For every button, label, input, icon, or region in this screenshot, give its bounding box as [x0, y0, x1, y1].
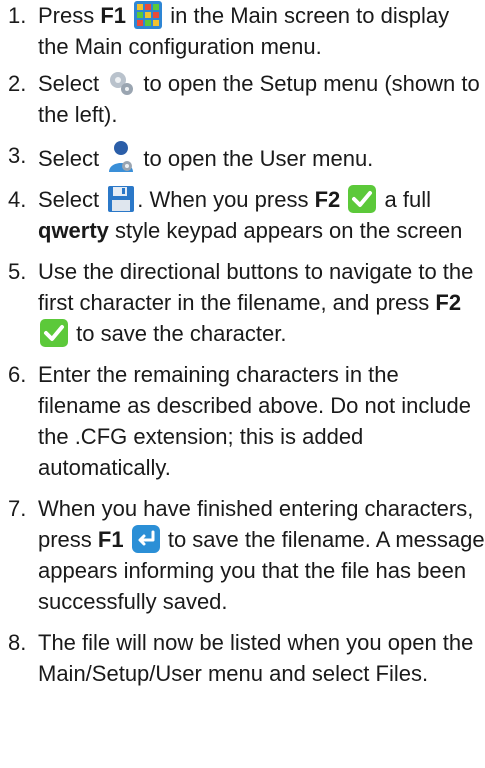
- step-5: 5. Use the directional buttons to naviga…: [0, 256, 485, 349]
- setup-gears-icon: [107, 69, 135, 97]
- step-number: 3.: [8, 143, 27, 168]
- step-number: 8.: [8, 630, 27, 655]
- key-label: F1: [100, 3, 127, 28]
- step-number: 4.: [8, 187, 27, 212]
- step-text: Select . When you press F2 a full qwerty…: [38, 185, 463, 243]
- step-8: 8. The file will now be listed when you …: [0, 627, 485, 689]
- step-text: Select to open the User menu.: [38, 141, 373, 172]
- step-text: The file will now be listed when you ope…: [38, 630, 474, 686]
- step-number: 7.: [8, 496, 27, 521]
- key-label: F1: [97, 527, 124, 552]
- step-text: Press F1 in the Main screen to display t…: [38, 1, 450, 59]
- emphasis: qwerty: [38, 218, 109, 243]
- step-number: 1.: [8, 3, 27, 28]
- key-label: F2: [314, 187, 341, 212]
- step-6: 6. Enter the remaining characters in the…: [0, 359, 485, 483]
- enter-return-icon: [131, 525, 160, 553]
- user-icon: [107, 140, 135, 174]
- step-text: Use the directional buttons to navigate …: [38, 259, 474, 347]
- step-3: 3. Select to open the User menu.: [0, 140, 485, 174]
- step-number: 6.: [8, 362, 27, 387]
- instructions-document: 1. Press F1 in the Main screen to displa…: [0, 0, 485, 689]
- step-text: Enter the remaining characters in the fi…: [38, 362, 471, 480]
- green-checkmark-icon: [40, 319, 68, 347]
- step-7: 7. When you have finished entering chara…: [0, 493, 485, 617]
- step-number: 5.: [8, 259, 27, 284]
- main-menu-grid-icon: [134, 1, 163, 29]
- green-checkmark-icon: [348, 185, 377, 213]
- key-label: F2: [435, 290, 462, 315]
- step-text: When you have finished entering characte…: [38, 496, 485, 614]
- step-text: Select to open the Setup menu (shown to …: [38, 71, 480, 127]
- step-1: 1. Press F1 in the Main screen to displa…: [0, 0, 485, 62]
- step-number: 2.: [8, 71, 27, 96]
- step-2: 2. Select to open the Setup menu (shown …: [0, 68, 485, 130]
- step-4: 4. Select . When you press F2 a full qwe…: [0, 184, 485, 246]
- steps-list: 1. Press F1 in the Main screen to displa…: [0, 0, 485, 689]
- save-disk-icon: [107, 185, 135, 213]
